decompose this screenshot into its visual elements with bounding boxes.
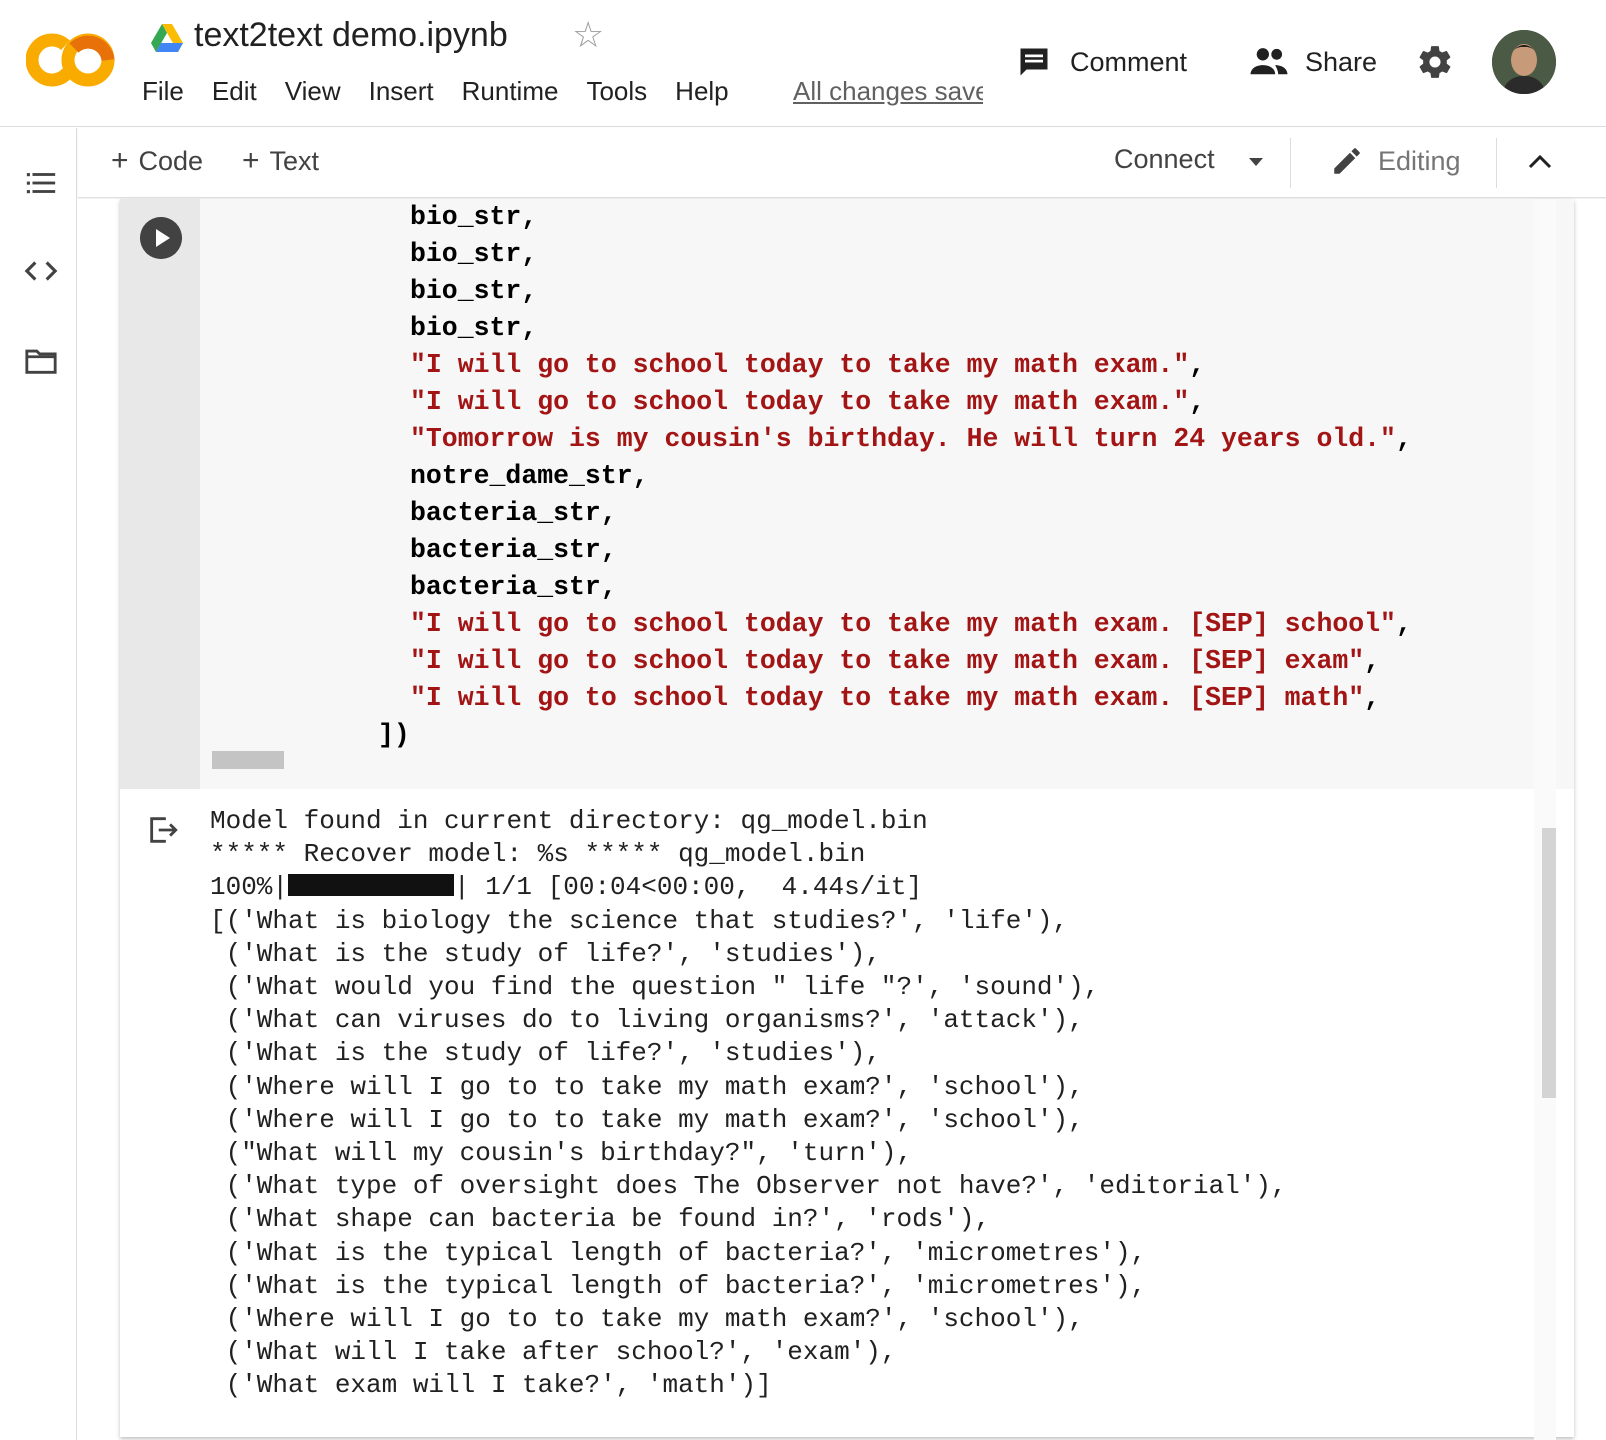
menu-insert[interactable]: Insert [369, 76, 434, 107]
horizontal-scrollbar[interactable] [212, 751, 284, 769]
menu-edit[interactable]: Edit [212, 76, 257, 107]
code-snippets-icon[interactable] [24, 254, 58, 288]
menu-runtime[interactable]: Runtime [462, 76, 559, 107]
code-editor[interactable]: bio_str, bio_str, bio_str, bio_str, "I w… [200, 199, 1574, 789]
chevron-down-icon[interactable] [1246, 155, 1266, 169]
menu-file[interactable]: File [142, 76, 184, 107]
code-line: "Tomorrow is my cousin's birthday. He wi… [410, 424, 1412, 454]
progress-bar [288, 874, 455, 897]
pencil-icon [1334, 148, 1360, 174]
result-line: [('What is biology the science that stud… [210, 906, 1069, 936]
result-line: ('What is the study of life?', 'studies'… [210, 939, 881, 969]
add-text-button[interactable]: + Text [242, 144, 319, 178]
result-line: ('What is the typical length of bacteria… [210, 1271, 1147, 1301]
code-line: "I will go to school today to take my ma… [410, 387, 1206, 417]
toolbar-divider [1496, 138, 1497, 188]
code-line: bacteria_str, [410, 572, 617, 602]
gear-icon[interactable] [1416, 43, 1454, 81]
user-avatar[interactable] [1492, 30, 1556, 94]
code-line: ]) [378, 720, 410, 750]
notebook-title[interactable]: text2text demo.ipynb [194, 16, 508, 55]
code-line: bio_str, [410, 239, 538, 269]
code-line: "I will go to school today to take my ma… [410, 350, 1206, 380]
result-line: ('What exam will I take?', 'math')] [210, 1370, 772, 1400]
comment-button[interactable]: Comment [1016, 44, 1187, 80]
app-header: text2text demo.ipynb ☆ File Edit View In… [0, 0, 1606, 127]
plus-icon: + [242, 144, 260, 177]
notebook-area: bio_str, bio_str, bio_str, bio_str, "I w… [78, 199, 1606, 1440]
code-text: bio_str, bio_str, bio_str, bio_str, "I w… [200, 199, 1412, 750]
code-line: bio_str, [410, 202, 538, 232]
folder-icon[interactable] [24, 344, 58, 378]
add-code-button[interactable]: + Code [111, 144, 203, 178]
add-code-label: Code [138, 145, 204, 176]
comment-icon [1020, 48, 1048, 76]
menu-help[interactable]: Help [675, 76, 728, 107]
progress-line: 100%| | 1/1 [00:04<00:00, 4.44s/it] [210, 871, 922, 904]
toolbar-divider [1290, 138, 1291, 188]
share-button[interactable]: Share [1249, 44, 1377, 80]
vertical-scrollbar-thumb[interactable] [1542, 828, 1556, 1098]
comment-label: Comment [1070, 46, 1188, 77]
output-redirect-icon[interactable] [146, 813, 180, 847]
run-cell-button[interactable] [140, 217, 182, 259]
result-line: ('Where will I go to to take my math exa… [210, 1072, 1084, 1102]
code-line: bacteria_str, [410, 535, 617, 565]
left-sidebar [0, 128, 77, 1440]
result-line: ('What shape can bacteria be found in?',… [210, 1204, 991, 1234]
code-cell[interactable]: bio_str, bio_str, bio_str, bio_str, "I w… [120, 199, 1574, 1437]
progress-suffix: | 1/1 [00:04<00:00, 4.44s/it] [454, 872, 923, 902]
code-line: "I will go to school today to take my ma… [410, 646, 1381, 676]
google-drive-icon[interactable] [151, 24, 183, 52]
result-line: ('What type of oversight does The Observ… [210, 1171, 1287, 1201]
star-icon[interactable]: ☆ [572, 17, 604, 53]
output-text: Model found in current directory: qg_mod… [210, 805, 1287, 1405]
result-line: ('What can viruses do to living organism… [210, 1005, 1084, 1035]
table-of-contents-icon[interactable] [24, 166, 58, 200]
save-status-link[interactable]: All changes saved [793, 76, 983, 107]
connect-label: Connect [1114, 144, 1215, 174]
result-line: ('What will I take after school?', 'exam… [210, 1337, 897, 1367]
result-line: ('What would you find the question " lif… [210, 972, 1100, 1002]
result-line: ("What will my cousin's birthday?", 'tur… [210, 1138, 913, 1168]
code-line: bacteria_str, [410, 498, 617, 528]
people-icon [1250, 48, 1288, 75]
notebook-toolbar: + Code + Text Connect Editing [78, 128, 1606, 198]
plus-icon: + [111, 144, 129, 177]
output-line: Model found in current directory: qg_mod… [210, 806, 928, 836]
add-text-label: Text [269, 145, 320, 176]
code-line: "I will go to school today to take my ma… [410, 609, 1412, 639]
result-line: ('Where will I go to to take my math exa… [210, 1105, 1084, 1135]
result-line: ('What is the study of life?', 'studies'… [210, 1038, 881, 1068]
menu-tools[interactable]: Tools [586, 76, 647, 107]
code-line: notre_dame_str, [410, 461, 649, 491]
output-line: ***** Recover model: %s ***** qg_model.b… [210, 839, 866, 869]
code-line: "I will go to school today to take my ma… [410, 683, 1381, 713]
progress-prefix: 100%| [210, 872, 289, 902]
code-line: bio_str, [410, 313, 538, 343]
result-line: ('Where will I go to to take my math exa… [210, 1304, 1084, 1334]
collapse-header-icon[interactable] [1526, 150, 1554, 174]
connect-button[interactable]: Connect [1114, 144, 1215, 175]
result-line: ('What is the typical length of bacteria… [210, 1238, 1147, 1268]
editing-mode-button[interactable]: Editing [1330, 144, 1461, 178]
menu-view[interactable]: View [285, 76, 341, 107]
vertical-scrollbar-track[interactable] [1534, 199, 1556, 1440]
colab-logo[interactable] [26, 24, 116, 96]
cell-gutter [120, 199, 200, 789]
cell-output: Model found in current directory: qg_mod… [120, 789, 1574, 1437]
menu-bar: File Edit View Insert Runtime Tools Help [142, 76, 757, 107]
share-label: Share [1305, 46, 1378, 77]
editing-label: Editing [1378, 145, 1461, 176]
code-line: bio_str, [410, 276, 538, 306]
avatar-image [1492, 30, 1556, 94]
